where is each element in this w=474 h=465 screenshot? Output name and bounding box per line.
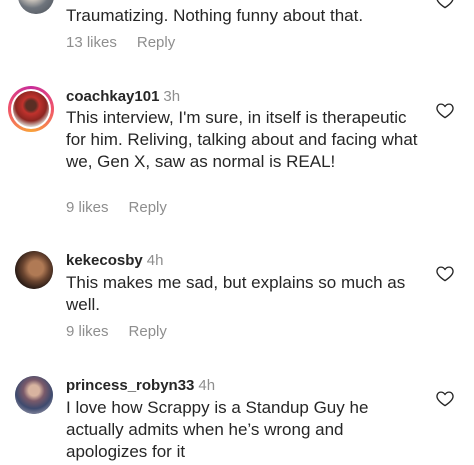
comment-text: I love how Scrappy is a Standup Guy he a…	[66, 398, 369, 461]
comment-username[interactable]: princess_robyn33 4h	[66, 377, 215, 394]
comment-meta: 13 likes Reply	[66, 34, 175, 51]
heart-icon[interactable]	[436, 390, 454, 407]
like-count[interactable]: 13 likes	[66, 34, 117, 51]
comment-text: This interview, I'm sure, in itself is t…	[66, 108, 418, 171]
avatar[interactable]	[8, 86, 54, 132]
heart-icon[interactable]	[436, 102, 454, 119]
comment-time: 3h	[163, 88, 181, 105]
reply-button[interactable]: Reply	[129, 199, 167, 216]
avatar[interactable]	[15, 376, 53, 414]
comments-list: Traumatizing. Nothing funny about that. …	[0, 0, 474, 465]
avatar[interactable]	[18, 0, 54, 14]
comment-time: 4h	[146, 252, 164, 269]
reply-button[interactable]: Reply	[129, 323, 167, 340]
heart-icon[interactable]	[436, 0, 454, 9]
like-count[interactable]: 9 likes	[66, 199, 109, 216]
comment-meta: 9 likes Reply	[66, 323, 167, 340]
comment-username[interactable]: kekecosby 4h	[66, 252, 163, 269]
heart-icon[interactable]	[436, 265, 454, 282]
comment-text: This makes me sad, but explains so much …	[66, 273, 406, 314]
reply-button[interactable]: Reply	[137, 34, 175, 51]
comment-meta: 9 likes Reply	[66, 199, 167, 216]
comment-text: Traumatizing. Nothing funny about that.	[66, 6, 364, 25]
like-count[interactable]: 9 likes	[66, 323, 109, 340]
comment-time: 4h	[198, 377, 216, 394]
avatar[interactable]	[15, 251, 53, 289]
comment-username[interactable]: coachkay101 3h	[66, 88, 180, 105]
